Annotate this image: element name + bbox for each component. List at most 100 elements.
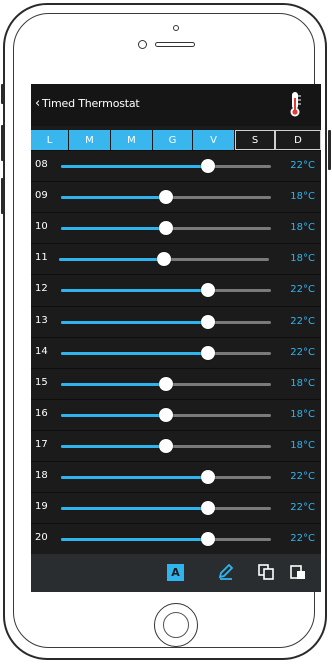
bottom-toolbar: A — [31, 554, 321, 592]
slider-handle[interactable] — [201, 159, 215, 173]
day-toggle[interactable]: M — [111, 130, 153, 150]
schedule-row: 20 22°C — [31, 523, 321, 555]
thermometer-icon[interactable] — [285, 90, 305, 118]
temperature-value: 18°C — [290, 377, 315, 389]
slider-handle[interactable] — [201, 470, 215, 484]
temperature-slider[interactable] — [61, 345, 271, 360]
header-bar: ‹ Timed Thermostat — [31, 84, 321, 126]
temperature-slider[interactable] — [61, 532, 271, 547]
hour-label: 09 — [35, 190, 48, 202]
schedule-row: 17 18°C — [31, 429, 321, 462]
temperature-value: 22°C — [290, 284, 315, 296]
slider-fill — [61, 165, 208, 168]
day-toggle[interactable]: D — [275, 130, 321, 150]
camera-icon — [173, 25, 179, 31]
schedule-row: 08 22°C — [31, 150, 321, 182]
hour-label: 15 — [35, 376, 48, 388]
schedule-row: 10 18°C — [31, 212, 321, 244]
app-screen: ‹ Timed Thermostat LMMGVSD 08 22°C 09 18°C 1… — [31, 84, 321, 592]
temperature-slider[interactable] — [61, 283, 271, 298]
schedule-row: 16 18°C — [31, 398, 321, 431]
hour-label: 20 — [35, 532, 48, 544]
hour-label: 18 — [35, 470, 48, 481]
temperature-slider[interactable] — [61, 190, 271, 205]
temperature-value: 18°C — [290, 253, 315, 265]
slider-fill — [61, 538, 208, 542]
temperature-value: 22°C — [290, 160, 315, 171]
slider-fill — [61, 196, 166, 200]
home-button[interactable] — [154, 603, 198, 647]
schedule-row: 12 22°C — [31, 274, 321, 306]
back-chevron-icon[interactable]: ‹ — [35, 96, 40, 111]
day-toggle[interactable]: L — [31, 130, 69, 150]
hour-label: 19 — [35, 501, 48, 513]
slider-handle[interactable] — [157, 252, 171, 267]
page-title: Timed Thermostat — [42, 97, 140, 110]
day-toggle[interactable]: M — [69, 130, 111, 150]
schedule-row: 19 22°C — [31, 492, 321, 524]
temperature-value: 18°C — [290, 222, 315, 234]
slider-handle[interactable] — [159, 190, 173, 205]
slider-handle[interactable] — [201, 314, 215, 329]
temperature-slider[interactable] — [61, 501, 271, 516]
temperature-value: 18°C — [290, 439, 315, 451]
mute-switch — [1, 84, 4, 104]
slider-fill — [61, 289, 208, 293]
slider-handle[interactable] — [159, 438, 173, 453]
auto-mode-button[interactable]: A — [167, 564, 184, 581]
hour-label: 13 — [35, 314, 48, 326]
temperature-slider[interactable] — [61, 438, 271, 453]
schedule-row: 14 22°C — [31, 336, 321, 369]
volume-up-button — [1, 125, 4, 161]
slider-fill — [61, 351, 208, 355]
day-toggle[interactable]: G — [153, 130, 193, 150]
hour-label: 10 — [35, 221, 48, 233]
hour-label: 12 — [35, 283, 48, 295]
day-toggle[interactable]: V — [193, 130, 235, 150]
power-button — [328, 130, 331, 170]
schedule-row: 09 18°C — [31, 181, 321, 213]
slider-handle[interactable] — [201, 345, 215, 360]
hour-label: 16 — [35, 407, 48, 419]
front-camera-icon — [138, 40, 147, 49]
slider-handle[interactable] — [159, 221, 173, 236]
copy-icon[interactable] — [257, 563, 275, 581]
temperature-slider[interactable] — [61, 407, 271, 422]
schedule-row: 13 22°C — [31, 305, 321, 338]
schedule-row: 11 18°C — [31, 243, 321, 275]
slider-fill — [61, 444, 166, 448]
schedule-row: 15 18°C — [31, 367, 321, 400]
slider-handle[interactable] — [159, 407, 173, 422]
slider-handle[interactable] — [201, 501, 215, 516]
volume-down-button — [1, 178, 4, 214]
slider-fill — [61, 476, 208, 479]
temperature-value: 18°C — [290, 408, 315, 420]
day-selector: LMMGVSD — [31, 130, 321, 150]
slider-fill — [61, 227, 166, 231]
slider-handle[interactable] — [201, 532, 215, 547]
temperature-slider[interactable] — [61, 159, 271, 173]
temperature-value: 22°C — [290, 346, 315, 358]
temperature-slider[interactable] — [61, 314, 271, 329]
temperature-slider[interactable] — [61, 376, 271, 391]
slider-fill — [61, 320, 208, 324]
temperature-slider[interactable] — [61, 221, 271, 236]
temperature-value: 18°C — [290, 191, 315, 203]
schedule-row: 18 22°C — [31, 461, 321, 493]
hour-label: 14 — [35, 345, 48, 357]
slider-handle[interactable] — [159, 376, 173, 391]
temperature-slider[interactable] — [59, 252, 269, 267]
temperature-slider[interactable] — [61, 470, 271, 484]
edit-icon[interactable] — [217, 563, 235, 581]
hour-label: 08 — [35, 159, 48, 170]
slider-handle[interactable] — [201, 283, 215, 298]
slider-fill — [61, 382, 166, 386]
paste-icon[interactable] — [289, 563, 307, 581]
temperature-value: 22°C — [290, 533, 315, 545]
slider-fill — [59, 258, 164, 262]
temperature-value: 22°C — [290, 471, 315, 482]
hour-label: 11 — [35, 252, 48, 264]
speaker-grille — [155, 42, 195, 47]
temperature-value: 22°C — [290, 315, 315, 327]
day-toggle[interactable]: S — [235, 130, 275, 150]
